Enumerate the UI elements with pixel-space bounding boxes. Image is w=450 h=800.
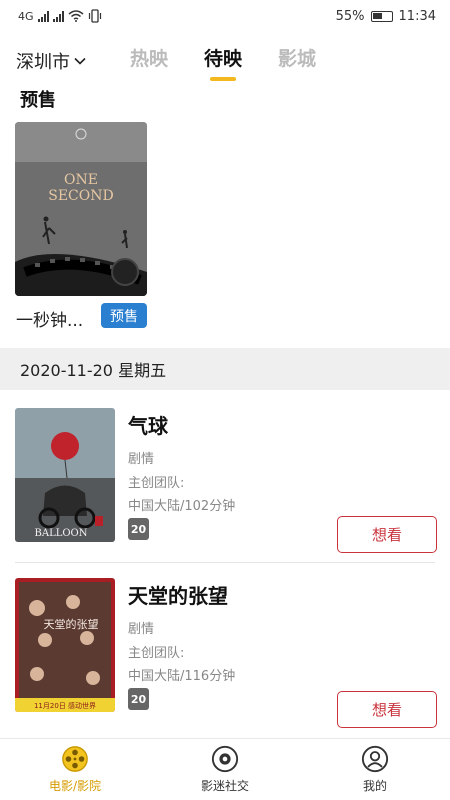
nav-fan-social[interactable]: 影迷社交 bbox=[150, 739, 300, 800]
tab-cinemas[interactable]: 影城 bbox=[278, 44, 316, 81]
date-header: 2020-11-20 星期五 bbox=[0, 348, 450, 390]
poster-title-line1: ONE bbox=[64, 172, 98, 188]
nav-label: 影迷社交 bbox=[200, 779, 249, 793]
presale-badge: 预售 bbox=[101, 303, 147, 328]
movie-poster[interactable]: BALLOON bbox=[15, 408, 115, 542]
movie-item[interactable]: 天堂的张望 11月20日 感动世界 天堂的张望 剧情 主创团队: 中国大陆/11… bbox=[0, 578, 450, 738]
city-label: 深圳市 bbox=[16, 52, 70, 73]
movie-genre: 剧情 bbox=[128, 622, 155, 637]
battery-percent: 55% bbox=[335, 8, 365, 24]
poster-footer: 11月20日 感动世界 bbox=[34, 701, 96, 710]
poster-title-line2: SECOND bbox=[48, 188, 113, 204]
heaven-poster-art: 天堂的张望 11月20日 感动世界 bbox=[15, 578, 115, 712]
chevron-down-icon bbox=[74, 57, 86, 65]
one-second-poster-art: ONE SECOND bbox=[15, 122, 147, 296]
signal-icon bbox=[37, 10, 49, 22]
nav-label: 我的 bbox=[362, 779, 387, 793]
signal-icon-2 bbox=[52, 10, 64, 22]
status-bar: 4G 55% 11:34 bbox=[0, 0, 450, 32]
poster-title: BALLOON bbox=[35, 528, 88, 539]
tab-coming-soon[interactable]: 待映 bbox=[204, 44, 242, 81]
movie-item[interactable]: BALLOON 气球 剧情 主创团队: 中国大陆/102分钟 20 想看 bbox=[0, 408, 450, 568]
movie-genre: 剧情 bbox=[128, 452, 155, 467]
age-rating-badge: 20 bbox=[128, 688, 149, 710]
movie-poster[interactable]: 天堂的张望 11月20日 感动世界 bbox=[15, 578, 115, 712]
vibrate-icon bbox=[88, 9, 101, 23]
status-right: 55% 11:34 bbox=[336, 9, 436, 24]
city-selector[interactable]: 深圳市 bbox=[16, 48, 86, 74]
status-left: 4G bbox=[18, 9, 102, 23]
bottom-nav: 电影/影院 影迷社交 我的 bbox=[0, 738, 450, 800]
wifi-icon bbox=[68, 10, 84, 22]
balloon-poster-art: BALLOON bbox=[15, 408, 115, 542]
movie-info: 中国大陆/116分钟 bbox=[128, 669, 236, 684]
movie-team: 主创团队: bbox=[128, 646, 185, 661]
clock: 11:34 bbox=[398, 8, 436, 24]
nav-movies-cinemas[interactable]: 电影/影院 bbox=[0, 739, 150, 800]
presale-movie-name[interactable]: 一秒钟... bbox=[16, 306, 83, 331]
want-to-see-button[interactable]: 想看 bbox=[337, 691, 437, 728]
presale-section-title: 预售 bbox=[20, 90, 56, 111]
tab-bar: 热映 待映 影城 bbox=[130, 44, 316, 81]
movie-title[interactable]: 天堂的张望 bbox=[128, 580, 228, 609]
film-reel-icon bbox=[61, 745, 89, 773]
divider bbox=[15, 562, 435, 563]
movie-title[interactable]: 气球 bbox=[128, 410, 168, 439]
movie-team: 主创团队: bbox=[128, 476, 185, 491]
movie-info: 中国大陆/102分钟 bbox=[128, 499, 236, 514]
want-to-see-button[interactable]: 想看 bbox=[337, 516, 437, 553]
battery-icon bbox=[370, 10, 393, 22]
user-icon bbox=[361, 745, 389, 773]
network-type: 4G bbox=[18, 9, 34, 23]
nav-label: 电影/影院 bbox=[48, 779, 102, 793]
poster-title: 天堂的张望 bbox=[44, 617, 99, 631]
tab-now-showing[interactable]: 热映 bbox=[130, 44, 168, 81]
age-rating-badge: 20 bbox=[128, 518, 149, 540]
camera-lens-icon bbox=[211, 745, 239, 773]
nav-mine[interactable]: 我的 bbox=[300, 739, 450, 800]
top-nav: 深圳市 热映 待映 影城 bbox=[0, 38, 450, 82]
presale-poster[interactable]: ONE SECOND bbox=[15, 122, 147, 296]
